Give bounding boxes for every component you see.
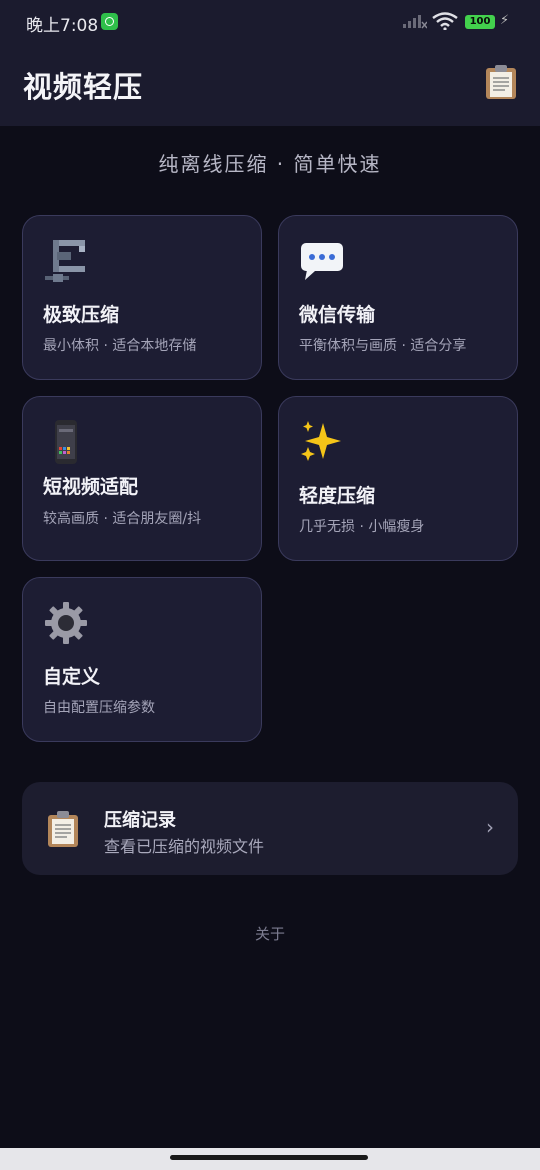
sparkles-icon	[301, 421, 341, 461]
history-title: 压缩记录	[104, 810, 176, 831]
system-nav-bar	[0, 1148, 540, 1170]
mode-card-wechat[interactable]: 微信传输 平衡体积与画质 · 适合分享	[278, 215, 518, 380]
signal-icon	[403, 15, 427, 29]
mode-desc: 平衡体积与画质 · 适合分享	[299, 338, 467, 354]
app-header: 晚上7:08 100 ⚡ 视频轻压	[0, 0, 540, 126]
phone-icon	[55, 420, 77, 464]
clamp-icon	[45, 240, 85, 282]
mode-desc: 最小体积 · 适合本地存储	[43, 338, 197, 354]
clipboard-icon[interactable]	[484, 64, 518, 100]
wechat-notification-icon	[101, 13, 118, 30]
mode-title: 极致压缩	[43, 304, 120, 326]
status-bar: 晚上7:08 100 ⚡	[0, 0, 540, 44]
mode-card-extreme[interactable]: 极致压缩 最小体积 · 适合本地存储	[22, 215, 262, 380]
mode-title: 微信传输	[299, 304, 376, 326]
mode-desc: 自由配置压缩参数	[43, 700, 155, 716]
mode-card-custom[interactable]: 自定义 自由配置压缩参数	[22, 577, 262, 742]
clipboard-icon	[48, 811, 78, 847]
page-title: 视频轻压	[23, 70, 144, 104]
mode-title: 轻度压缩	[299, 485, 376, 507]
home-indicator[interactable]	[170, 1155, 368, 1160]
chevron-right-icon: ›	[486, 815, 494, 839]
history-subtitle: 查看已压缩的视频文件	[104, 837, 265, 856]
about-link[interactable]: 关于	[0, 923, 540, 944]
mode-desc: 较高画质 · 适合朋友圈/抖	[43, 511, 202, 527]
mode-card-light[interactable]: 轻度压缩 几乎无损 · 小幅瘦身	[278, 396, 518, 561]
charging-icon: ⚡	[500, 13, 510, 28]
mode-desc: 几乎无损 · 小幅瘦身	[299, 519, 425, 535]
tagline: 纯离线压缩 · 简单快速	[158, 152, 382, 176]
compression-history-row[interactable]: 压缩记录 查看已压缩的视频文件 ›	[22, 782, 518, 875]
mode-title: 自定义	[43, 666, 101, 688]
wifi-icon	[432, 12, 458, 30]
status-time: 晚上7:08	[26, 16, 99, 36]
gear-icon	[45, 602, 87, 644]
mode-card-short-video[interactable]: 短视频适配 较高画质 · 适合朋友圈/抖	[22, 396, 262, 561]
mode-title: 短视频适配	[43, 476, 139, 498]
battery-indicator: 100	[465, 15, 495, 29]
speech-bubble-icon	[301, 243, 343, 280]
